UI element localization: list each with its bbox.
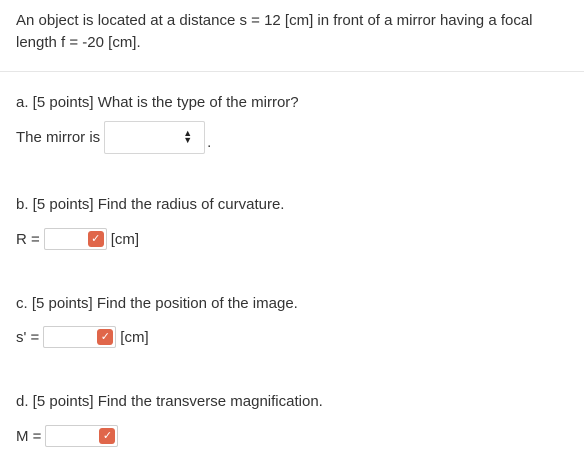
suffix-period: .	[207, 134, 212, 151]
question-b: b. [5 points] Find the radius of curvatu…	[16, 196, 285, 213]
problem-line-1: An object is located at a distance s = 1…	[16, 12, 533, 29]
radius-unit: [cm]	[110, 230, 140, 248]
question-d: d. [5 points] Find the transverse magnif…	[16, 393, 323, 410]
check-badge-icon: ✓	[97, 329, 114, 345]
question-c: c. [5 points] Find the position of the i…	[16, 295, 298, 312]
image-position-unit: [cm]	[120, 328, 149, 346]
radius-label: R =	[16, 230, 40, 248]
answer-row-d: M = ✓	[16, 425, 119, 447]
problem-statement: An object is located at a distance s = 1…	[16, 10, 572, 54]
answer-row-a: The mirror is ▲ ▼ .	[16, 121, 211, 154]
problem-line-2: length f = -20 [cm].	[16, 34, 141, 51]
answer-row-c: s' = ✓ [cm]	[16, 326, 149, 348]
check-badge-icon: ✓	[99, 428, 116, 444]
image-position-input[interactable]: ✓	[43, 326, 117, 348]
mirror-type-select[interactable]: ▲ ▼	[104, 121, 206, 154]
mirror-prompt-label: The mirror is	[16, 129, 101, 146]
magnification-label: M =	[16, 427, 42, 445]
divider	[0, 71, 584, 72]
magnification-input[interactable]: ✓	[45, 425, 119, 447]
question-a: a. [5 points] What is the type of the mi…	[16, 94, 299, 111]
check-badge-icon: ✓	[87, 231, 104, 247]
image-position-label: s' =	[16, 328, 40, 346]
radius-input[interactable]: ✓	[43, 228, 107, 250]
up-down-arrows-icon: ▲ ▼	[183, 128, 193, 145]
answer-row-b: R = ✓ [cm]	[16, 228, 139, 250]
